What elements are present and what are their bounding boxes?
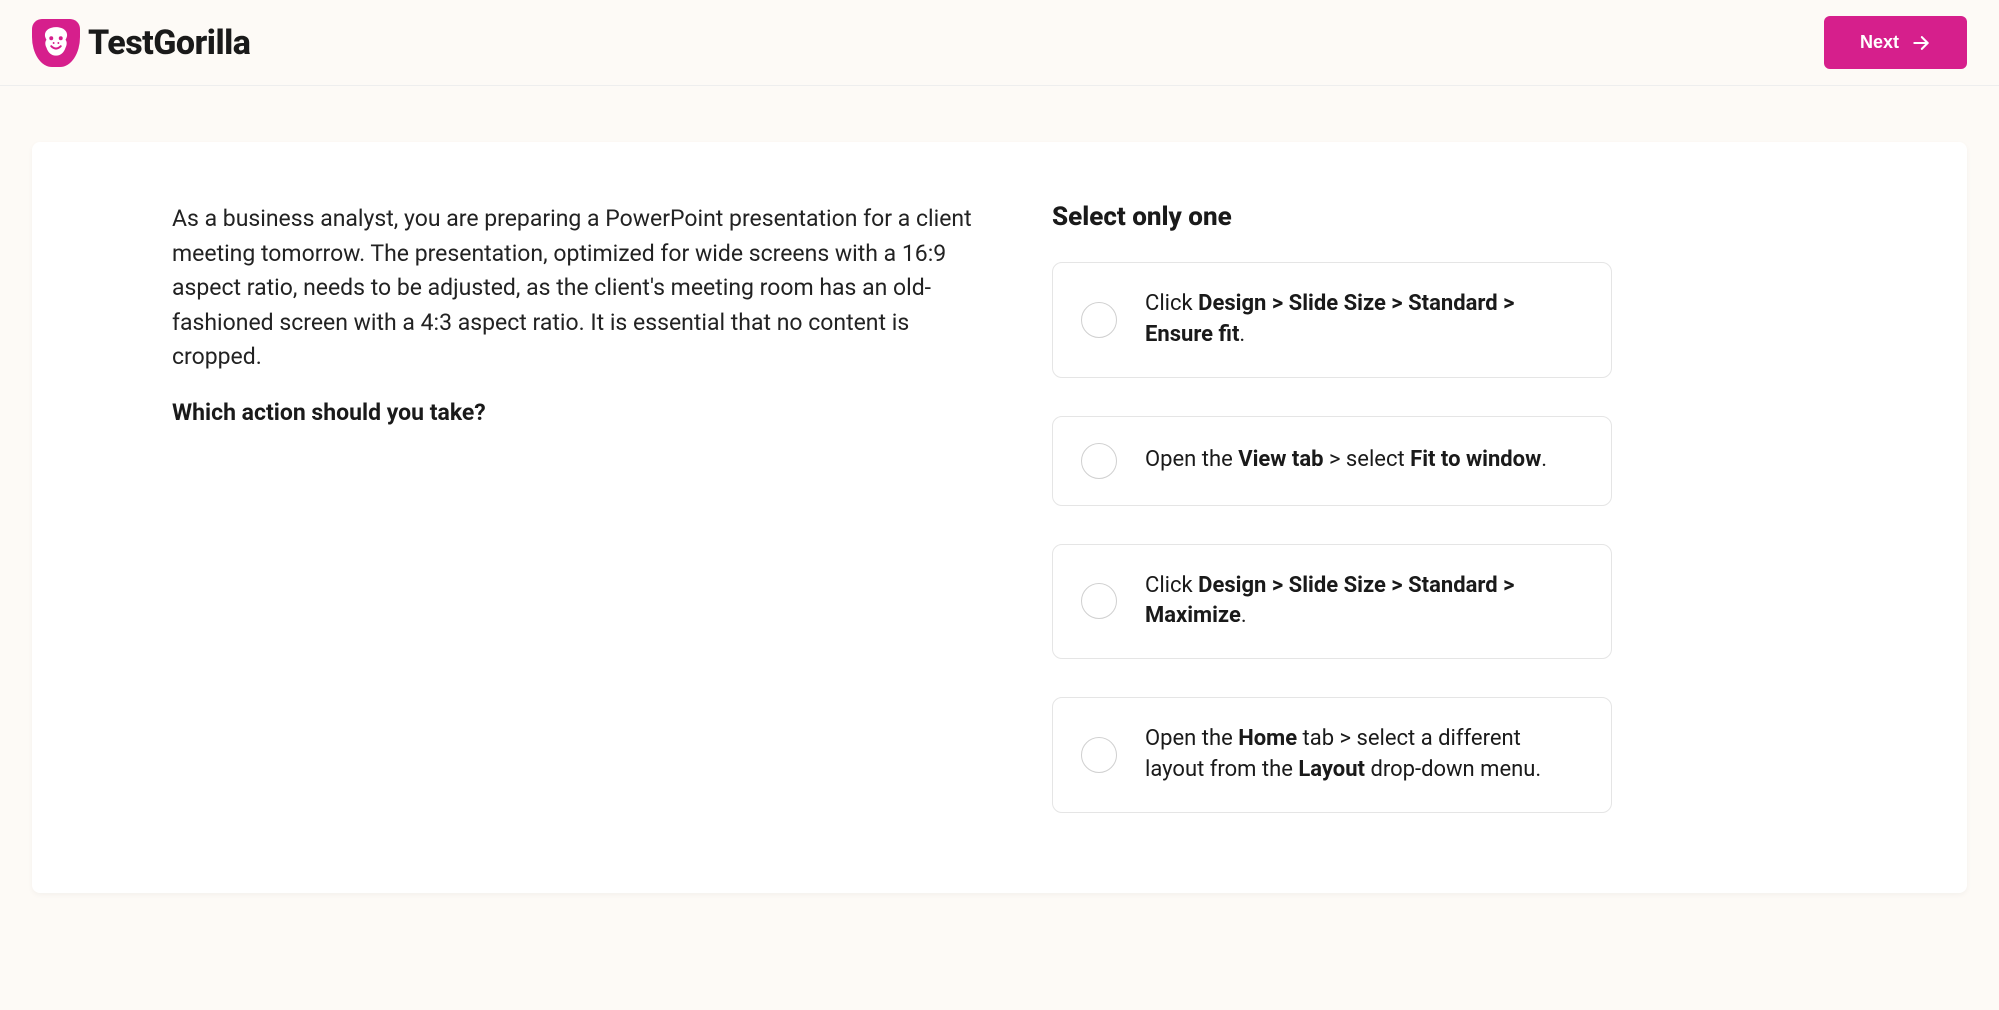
brand-name: TestGorilla (88, 23, 250, 63)
answers-heading: Select only one (1052, 202, 1612, 232)
question-column: As a business analyst, you are preparing… (172, 202, 972, 813)
answer-text: Click Design > Slide Size > Standard > E… (1145, 289, 1583, 351)
answer-text: Open the View tab > select Fit to window… (1145, 445, 1547, 476)
radio-button[interactable] (1081, 737, 1117, 773)
next-button-label: Next (1860, 32, 1899, 53)
radio-button[interactable] (1081, 443, 1117, 479)
arrow-right-icon (1911, 33, 1931, 53)
next-button[interactable]: Next (1824, 16, 1967, 69)
question-body: As a business analyst, you are preparing… (172, 202, 972, 375)
brand-logo: TestGorilla (32, 19, 250, 67)
answer-text: Click Design > Slide Size > Standard > M… (1145, 571, 1583, 633)
radio-button[interactable] (1081, 302, 1117, 338)
answer-option-1[interactable]: Click Design > Slide Size > Standard > E… (1052, 262, 1612, 378)
answer-option-3[interactable]: Click Design > Slide Size > Standard > M… (1052, 544, 1612, 660)
radio-button[interactable] (1081, 583, 1117, 619)
answers-list: Click Design > Slide Size > Standard > E… (1052, 262, 1612, 813)
answer-text: Open the Home tab > select a different l… (1145, 724, 1583, 786)
header: TestGorilla Next (0, 0, 1999, 86)
answers-column: Select only one Click Design > Slide Siz… (1052, 202, 1612, 813)
question-prompt: Which action should you take? (172, 399, 972, 426)
answer-option-2[interactable]: Open the View tab > select Fit to window… (1052, 416, 1612, 506)
question-card: As a business analyst, you are preparing… (32, 142, 1967, 893)
gorilla-logo-icon (32, 19, 80, 67)
answer-option-4[interactable]: Open the Home tab > select a different l… (1052, 697, 1612, 813)
